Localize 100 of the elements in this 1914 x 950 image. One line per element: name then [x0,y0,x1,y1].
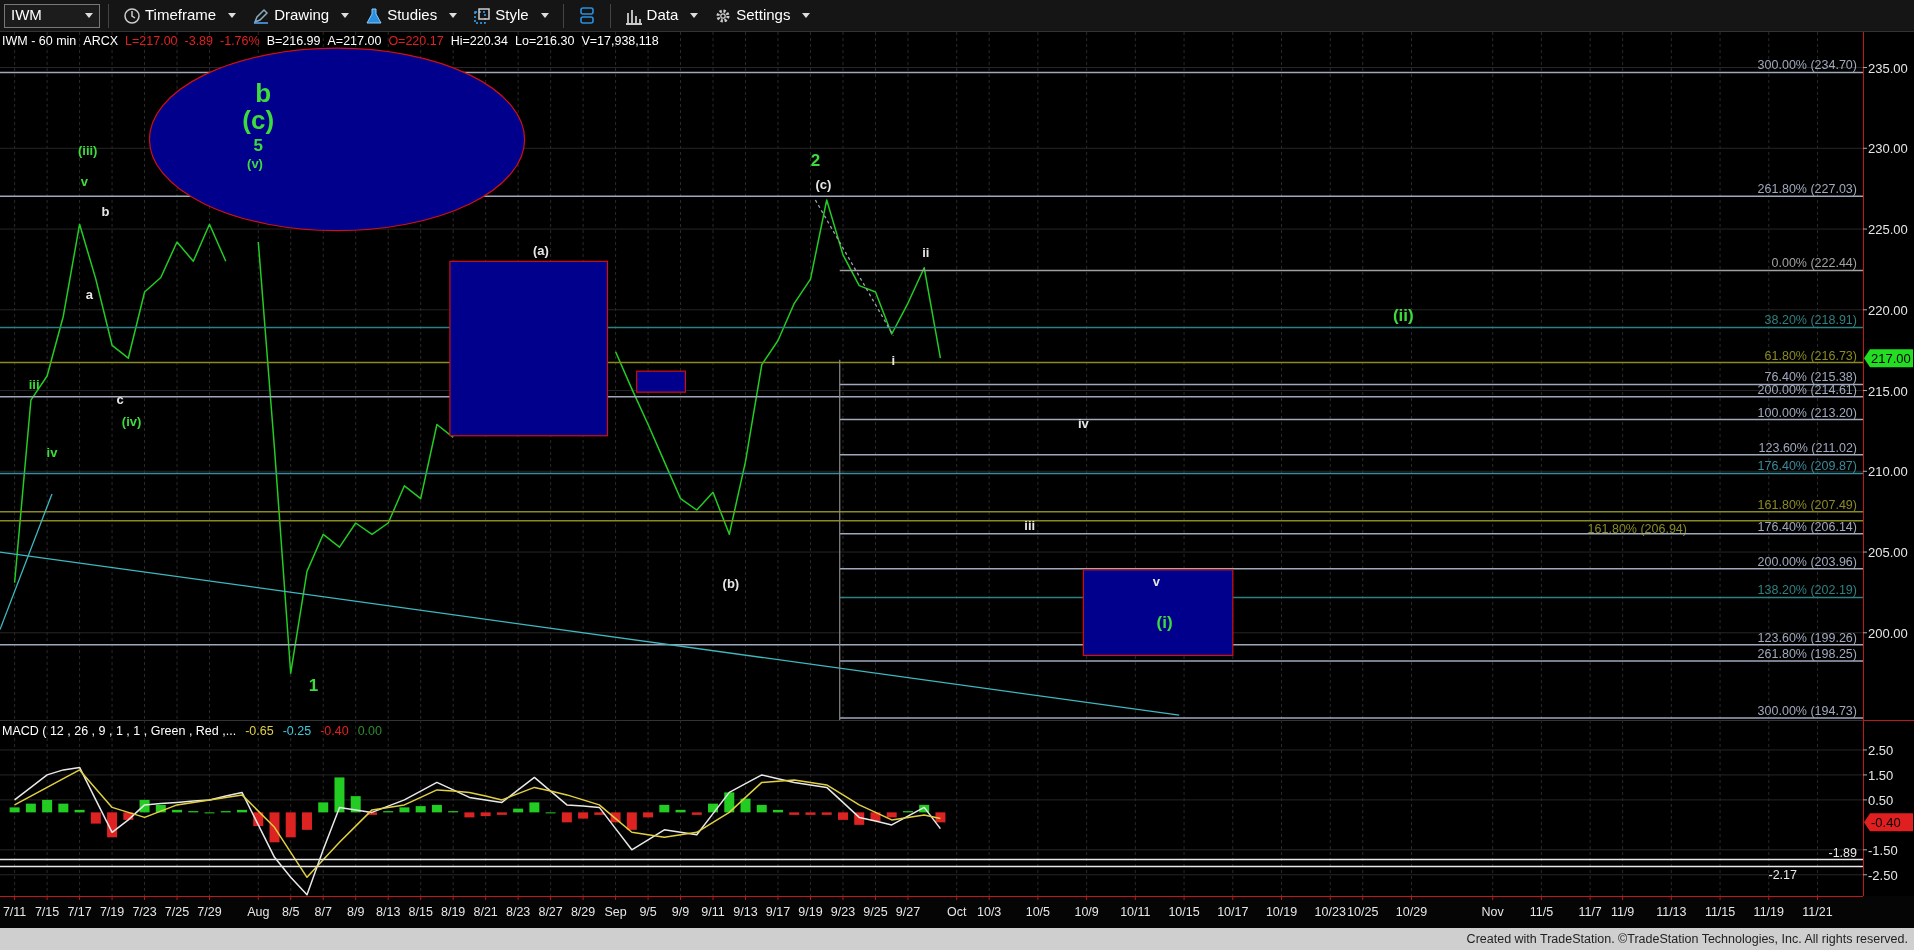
date-label: 7/11 [2,905,27,919]
axis-label: 1.50 [1868,767,1894,783]
axis-label: 0.50 [1868,792,1894,808]
date-label: 8/19 [441,905,466,919]
quote-value: -3.89 [184,33,214,50]
stack-icon [577,6,596,25]
quote-value: L=217.00 [125,33,178,50]
wave-label: v [1152,574,1161,590]
axis-label: 220.00 [1868,302,1908,318]
level-label: 123.60% (199.26) [1757,630,1857,645]
date-label: 8/21 [473,905,498,919]
date-label: 7/17 [67,905,92,919]
date-label: 11/9 [1610,905,1635,919]
caret-icon [449,12,458,19]
settings-button[interactable]: Settings [708,2,817,29]
pencil-icon [252,6,271,25]
indicator-legend: -0.25 [282,722,312,741]
caret-icon [228,12,237,19]
level-label: 300.00% (234.70) [1757,58,1857,73]
date-label: 9/17 [765,905,791,919]
wave-label: iii [28,377,40,393]
level-label: 176.40% (209.87) [1757,459,1857,474]
date-label: 11/21 [1802,905,1833,919]
date-label: 8/29 [570,905,596,919]
wave-label: iv [46,444,58,460]
drawing-button[interactable]: Drawing [246,2,356,29]
axis-label: 215.00 [1868,383,1908,399]
wave-label: b [255,77,272,108]
wave-label: (iii) [77,142,98,158]
level-label: 300.00% (194.73) [1757,703,1857,718]
data-button[interactable]: Data [618,2,705,29]
wave-label: a [85,286,93,302]
timeframe-button[interactable]: Timeframe [117,2,243,29]
axis-label: 205.00 [1868,545,1908,561]
studies-button[interactable]: Studies [359,2,464,29]
wave-label: 2 [810,150,821,170]
quote-value: IWM - 60 min [2,33,77,50]
date-label: 11/19 [1753,905,1784,919]
wave-label: (v) [247,155,263,171]
last-value-tag: -0.40 [1864,813,1913,832]
date-label: 10/25 [1347,905,1379,919]
date-label: 9/25 [863,905,888,919]
quote-value: -1.76% [220,33,260,50]
axis-label: -2.50 [1868,867,1898,883]
wave-label: (a) [532,243,549,259]
level-label: 38.20% (218.91) [1764,313,1857,328]
level-label: 76.40% (215.38) [1764,370,1857,385]
date-label: 10/3 [977,905,1002,919]
axis-label: -1.50 [1868,842,1898,858]
date-label: 11/13 [1656,905,1687,919]
last-price-tag: 217.00 [1864,349,1913,368]
copyright-text: Created with TradeStation. ©TradeStation Technologies, Inc. All rights reserved. [1466,930,1908,948]
caret-icon [341,12,350,19]
date-label: 8/15 [408,905,433,919]
date-label: 11/5 [1529,905,1554,919]
wave-label: b [101,204,110,220]
level-label: -2.17 [1768,867,1797,882]
caret-icon [802,12,811,19]
axis-label: 2.50 [1868,742,1894,758]
caret-icon [85,12,93,19]
date-label: 9/5 [639,905,657,919]
wave-label: iii [1024,517,1036,533]
level-label: 0.00% (222.44) [1771,256,1857,271]
wave-label: iv [1077,415,1089,431]
wave-label: (c) [815,176,832,192]
date-label: 9/9 [671,905,690,919]
date-label: 10/29 [1395,905,1428,919]
indicator-legend: -0.65 [245,722,274,741]
wave-label: ii [922,244,930,260]
wave-label: (b) [722,575,740,591]
axis-label: 200.00 [1868,625,1908,641]
quote-value: V=17,938,118 [581,33,659,50]
level-label: 61.80% (216.73) [1764,348,1857,363]
level-label: 261.80% (198.25) [1757,647,1857,662]
date-label: 9/11 [701,905,725,919]
date-label: 8/5 [282,905,300,919]
date-label: 10/5 [1025,905,1051,919]
date-label: 9/27 [895,905,921,919]
wave-label: c [116,391,124,407]
indicator-legend: 0.00 [357,722,382,741]
axis-label: 210.00 [1868,464,1908,480]
symbol-dropdown[interactable]: IWM [4,3,100,28]
date-label: 10/15 [1168,905,1200,919]
wave-label: 1 [308,675,319,695]
date-label: 9/19 [798,905,823,919]
wave-label: (i) [1156,612,1173,632]
axis-label: 230.00 [1868,141,1908,157]
date-label: 8/7 [314,905,332,919]
wave-label: (ii) [1392,305,1414,325]
style-button[interactable]: Style [467,2,555,29]
quote-value: Lo=216.30 [515,33,575,50]
wave-label: (iv) [121,414,142,430]
date-label: 10/17 [1217,905,1249,919]
level-label: 123.60% (211.02) [1758,440,1857,455]
flask-icon [365,6,384,25]
date-label: 9/23 [830,905,856,919]
indicator-legend: -0.40 [320,722,349,741]
level-label: 261.80% (227.03) [1757,182,1857,197]
date-label: 10/19 [1265,905,1298,919]
date-label: Aug [247,905,270,919]
